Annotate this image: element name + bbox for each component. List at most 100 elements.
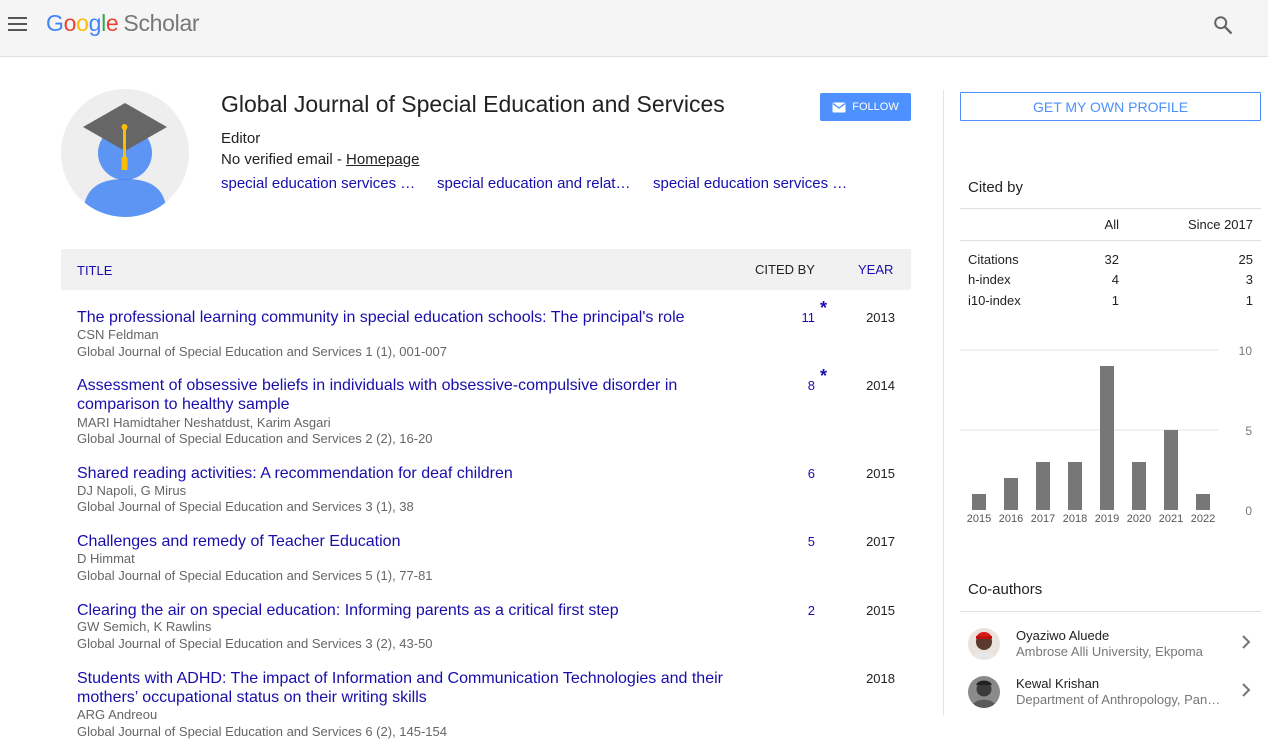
cited-by-count[interactable]: 6 xyxy=(781,466,815,481)
profile-affiliation: Editor xyxy=(221,130,261,147)
follow-label: FOLLOW xyxy=(852,101,899,113)
chart-bar-2017[interactable] xyxy=(1036,462,1050,510)
profile-name: Global Journal of Special Education and … xyxy=(221,91,725,117)
profile-avatar xyxy=(61,89,189,217)
article-venue: Global Journal of Special Education and … xyxy=(77,431,433,446)
article-year: 2015 xyxy=(866,603,895,618)
hamburger-menu-icon[interactable] xyxy=(8,15,28,33)
stat-all: 4 xyxy=(1111,272,1119,287)
stat-since: 1 xyxy=(1245,293,1253,308)
coauthor-avatar xyxy=(968,628,1000,660)
article-title[interactable]: The professional learning community in s… xyxy=(77,308,737,327)
coauthor-affiliation: Department of Anthropology, Pan… xyxy=(1016,692,1221,707)
cited-by-title: Cited by xyxy=(968,179,1024,196)
cited-by-count[interactable]: 8 xyxy=(781,378,815,393)
article-venue: Global Journal of Special Education and … xyxy=(77,724,447,739)
chart-bar-2019[interactable] xyxy=(1100,366,1114,510)
chart-bar-2015[interactable] xyxy=(972,494,986,510)
merged-citations-star[interactable]: * xyxy=(820,298,827,319)
stat-since: 3 xyxy=(1245,272,1253,287)
homepage-link[interactable]: Homepage xyxy=(346,151,419,168)
envelope-icon xyxy=(832,102,846,112)
coauthor-photo-icon xyxy=(968,628,1000,660)
chart-bar-2018[interactable] xyxy=(1068,462,1082,510)
chart-x-tick-label: 2020 xyxy=(1127,513,1151,525)
article-authors: MARI Hamidtaher Neshatdust, Karim Asgari xyxy=(77,415,331,430)
article-year: 2013 xyxy=(866,310,895,325)
chart-x-tick-label: 2021 xyxy=(1159,513,1183,525)
coauthor-name: Kewal Krishan xyxy=(1016,676,1100,691)
chart-y-tick-label: 10 xyxy=(1239,344,1253,358)
coauthor-photo-icon xyxy=(968,676,1000,708)
cited-by-count[interactable]: 11 xyxy=(781,310,816,325)
chart-x-tick-label: 2022 xyxy=(1191,513,1215,525)
interest-link-1[interactable]: special education services a… xyxy=(221,175,421,192)
cited-by-divider xyxy=(960,208,1261,209)
citations-per-year-chart: 0 5 10 2015 2016 2017 2018 2019 2020 2021 2022 xyxy=(960,344,1253,525)
chart-bar-2020[interactable] xyxy=(1132,462,1146,510)
sort-by-cited[interactable]: CITED BY xyxy=(755,262,815,277)
coauthors-title: Co-authors xyxy=(968,581,1043,598)
chart-bar-2016[interactable] xyxy=(1004,478,1018,510)
chart-y-tick-label: 0 xyxy=(1245,504,1252,518)
email-status: No verified email - xyxy=(221,151,347,168)
sort-by-title[interactable]: TITLE xyxy=(77,263,112,278)
coauthor-avatar xyxy=(968,676,1000,708)
stat-since: 25 xyxy=(1238,252,1253,267)
stats-header-all: All xyxy=(1104,217,1119,232)
stats-header-since: Since 2017 xyxy=(1187,217,1253,232)
interest-link-3[interactable]: special education services c… xyxy=(653,175,853,192)
chart-x-tick-label: 2019 xyxy=(1095,513,1119,525)
chart-x-tick-label: 2016 xyxy=(999,513,1023,525)
article-authors: DJ Napoli, G Mirus xyxy=(77,483,187,498)
search-icon[interactable] xyxy=(1212,14,1234,36)
article-venue: Global Journal of Special Education and … xyxy=(77,344,447,359)
article-venue: Global Journal of Special Education and … xyxy=(77,636,433,651)
stat-label[interactable]: Citations xyxy=(968,252,1019,267)
chevron-right-icon xyxy=(1242,683,1251,697)
article-title[interactable]: Assessment of obsessive beliefs in indiv… xyxy=(77,376,737,414)
chart-bar-2021[interactable] xyxy=(1164,430,1178,510)
stat-label[interactable]: i10-index xyxy=(968,293,1021,308)
merged-citations-star[interactable]: * xyxy=(820,366,827,387)
article-year: 2018 xyxy=(866,671,895,686)
column-divider xyxy=(943,90,944,716)
article-year: 2017 xyxy=(866,534,895,549)
top-bar: Google Scholar xyxy=(0,0,1268,57)
coauthor-affiliation: Ambrose Alli University, Ekpoma xyxy=(1016,644,1203,659)
article-title[interactable]: Clearing the air on special education: I… xyxy=(77,601,737,620)
article-venue: Global Journal of Special Education and … xyxy=(77,568,433,583)
get-my-own-profile-button[interactable]: GET MY OWN PROFILE xyxy=(960,92,1261,121)
article-authors: D Himmat xyxy=(77,551,135,566)
article-authors: GW Semich, K Rawlins xyxy=(77,619,212,634)
article-year: 2015 xyxy=(866,466,895,481)
article-venue: Global Journal of Special Education and … xyxy=(77,499,414,514)
follow-button[interactable]: FOLLOW xyxy=(820,93,911,121)
sort-by-year[interactable]: YEAR xyxy=(858,262,893,277)
cited-by-count[interactable]: 2 xyxy=(781,603,815,618)
stat-all: 32 xyxy=(1104,252,1119,267)
chevron-right-icon xyxy=(1242,635,1251,649)
article-title[interactable]: Students with ADHD: The impact of Inform… xyxy=(77,669,737,707)
stat-label[interactable]: h-index xyxy=(968,272,1011,287)
chart-x-tick-label: 2017 xyxy=(1031,513,1055,525)
article-title[interactable]: Challenges and remedy of Teacher Educati… xyxy=(77,532,737,551)
stat-all: 1 xyxy=(1111,293,1119,308)
google-scholar-logo[interactable]: Google Scholar xyxy=(46,10,200,37)
coauthor-item[interactable]: Kewal Krishan Department of Anthropology… xyxy=(960,676,1261,720)
email-line: No verified email - Homepage xyxy=(221,151,419,168)
articles-table-header: TITLE CITED BY YEAR xyxy=(61,249,911,290)
research-interests: special education services a… special ed… xyxy=(221,175,871,195)
article-authors: ARG Andreou xyxy=(77,707,158,722)
cited-by-count[interactable]: 5 xyxy=(781,534,815,549)
interest-link-2[interactable]: special education and relate… xyxy=(437,175,637,192)
article-authors: CSN Feldman xyxy=(77,327,159,342)
stats-header-divider xyxy=(960,240,1261,241)
default-scholar-avatar-icon xyxy=(61,89,189,217)
chart-x-tick-label: 2015 xyxy=(967,513,991,525)
article-title[interactable]: Shared reading activities: A recommendat… xyxy=(77,464,737,483)
coauthor-item[interactable]: Oyaziwo Aluede Ambrose Alli University, … xyxy=(960,628,1261,672)
coauthor-name: Oyaziwo Aluede xyxy=(1016,628,1110,643)
chart-bar-2022[interactable] xyxy=(1196,494,1210,510)
chart-y-tick-label: 5 xyxy=(1245,424,1252,438)
